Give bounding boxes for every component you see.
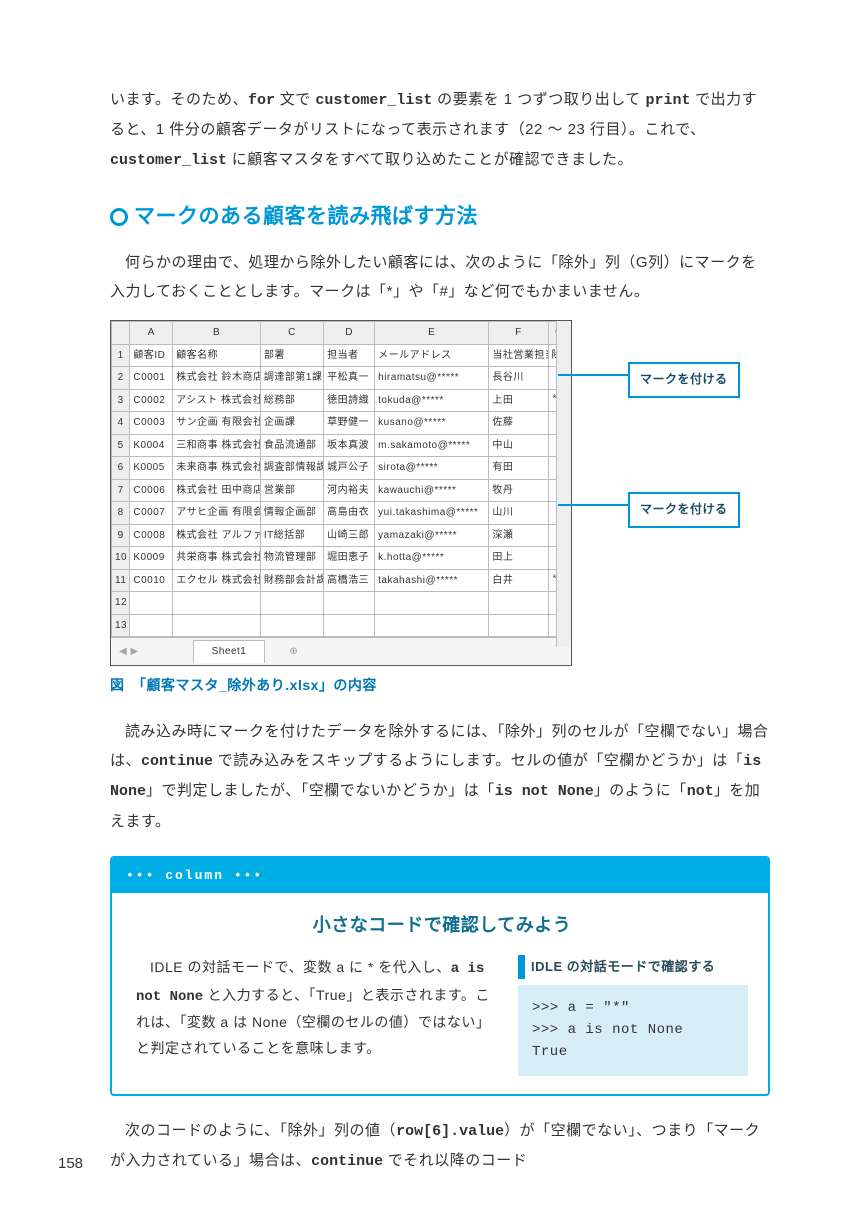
col-A: A xyxy=(130,322,173,345)
text: 文で xyxy=(275,91,315,108)
column-header: ••• column ••• xyxy=(112,858,768,893)
col-C: C xyxy=(260,322,323,345)
col-B: B xyxy=(173,322,261,345)
table-row: 10K0009共栄商事 株式会社物流管理部堀田恵子k.hotta@*****田上 xyxy=(112,547,571,570)
corner xyxy=(112,322,130,345)
code-print: print xyxy=(645,92,690,109)
column-title: 小さなコードで確認してみよう xyxy=(136,909,748,942)
page-content: います。そのため、for 文で customer_list の要素を 1 つずつ… xyxy=(0,0,855,1220)
text: います。そのため、 xyxy=(110,91,248,108)
table-row: 8C0007アサヒ企画 有限会社情報企画部高島由衣yui.takashima@*… xyxy=(112,502,571,525)
table-row: 5K0004三和商事 株式会社食品流通部坂本真波m.sakamoto@*****… xyxy=(112,434,571,457)
code-not: not xyxy=(687,783,714,800)
section-heading: マークのある顧客を読み飛ばす方法 xyxy=(110,197,770,238)
column-box: ••• column ••• 小さなコードで確認してみよう IDLE の対話モー… xyxy=(110,856,770,1096)
table-row: 2C0001株式会社 鈴木商店調達部第1課平松真一hiramatsu@*****… xyxy=(112,367,571,390)
excel-screenshot: A B C D E F G 1 顧客ID 顧客名称 部署 担当者 メールアドレス… xyxy=(110,320,572,666)
table-row: 7C0006株式会社 田中商店営業部河内裕夫kawauchi@*****牧丹 xyxy=(112,479,571,502)
table-row: 4C0003サン企画 有限会社企画課草野健一kusano@*****佐藤 xyxy=(112,412,571,435)
paragraph-1: います。そのため、for 文で customer_list の要素を 1 つずつ… xyxy=(110,85,770,175)
code-customer-list-2: customer_list xyxy=(110,152,227,169)
code-continue: continue xyxy=(141,753,213,770)
callout-mark-1: マークを付ける xyxy=(628,362,740,397)
text: IDLE の対話モードで、変数 a に * を代入し、 xyxy=(136,955,451,981)
code-for: for xyxy=(248,92,275,109)
text: 」で判定しましたが、「空欄でないかどうか」は「 xyxy=(146,782,495,799)
excel-grid: A B C D E F G 1 顧客ID 顧客名称 部署 担当者 メールアドレス… xyxy=(111,321,571,637)
bullet-icon xyxy=(110,208,128,226)
page-number: 158 xyxy=(58,1155,83,1172)
text: に顧客マスタをすべて取り込めたことが確認できました。 xyxy=(227,151,633,168)
scrollbar-icon xyxy=(556,321,571,647)
excel-col-header: A B C D E F G xyxy=(112,322,571,345)
callout-line xyxy=(558,374,628,376)
code-row-value: row[6].value xyxy=(396,1123,504,1140)
code-continue-2: continue xyxy=(311,1153,383,1170)
table-row: 11C0010エクセル 株式会社財務部会計課高橋浩三takahashi@****… xyxy=(112,569,571,592)
code-is-not-none: is not None xyxy=(495,783,594,800)
table-row: 13 xyxy=(112,614,571,637)
col-D: D xyxy=(324,322,375,345)
table-row: 9C0008株式会社 アルファIT総括部山崎三郎yamazaki@*****深瀬 xyxy=(112,524,571,547)
col-E: E xyxy=(375,322,489,345)
code-customer-list: customer_list xyxy=(315,92,432,109)
idle-code-block: >>> a = "*" >>> a is not None True xyxy=(518,985,748,1076)
paragraph-2: 何らかの理由で、処理から除外したい顧客には、次のように「除外」列（G列）にマーク… xyxy=(110,248,770,307)
table-row: 12 xyxy=(112,592,571,615)
sheet-tab: Sheet1 xyxy=(193,640,266,663)
excel-header-row: 1 顧客ID 顧客名称 部署 担当者 メールアドレス 当社営業担当 除外 xyxy=(112,344,571,367)
table-row: 3C0002アシスト 株式会社総務部徳田詩織tokuda@*****上田* xyxy=(112,389,571,412)
text: 」のように「 xyxy=(594,782,687,799)
text: の要素を 1 つずつ取り出して xyxy=(432,91,645,108)
heading-text: マークのある顧客を読み飛ばす方法 xyxy=(134,197,478,238)
callout-mark-2: マークを付ける xyxy=(628,492,740,527)
text: でそれ以降のコード xyxy=(383,1152,527,1169)
excel-sheet-bar: ◀ ▶ Sheet1 ⊕ xyxy=(111,637,571,665)
col-F: F xyxy=(489,322,548,345)
callout-line xyxy=(558,504,628,506)
text: 次のコードのように、「除外」列の値（ xyxy=(125,1122,396,1139)
paragraph-4: 次のコードのように、「除外」列の値（row[6].value）が「空欄でない」、… xyxy=(110,1116,770,1177)
text: で読み込みをスキップするようにします。セルの値が「空欄かどうか」は「 xyxy=(213,752,743,769)
table-row: 6K0005未来商事 株式会社調査部情報課城戸公子sirota@*****有田 xyxy=(112,457,571,480)
figure-caption: 図 「顧客マスタ_除外あり.xlsx」の内容 xyxy=(110,672,770,699)
column-text: IDLE の対話モードで、変数 a に * を代入し、a is not None… xyxy=(136,955,500,1063)
idle-caption: IDLE の対話モードで確認する xyxy=(518,955,748,979)
paragraph-3: 読み込み時にマークを付けたデータを除外するには、「除外」列のセルが「空欄でない」… xyxy=(110,717,770,836)
